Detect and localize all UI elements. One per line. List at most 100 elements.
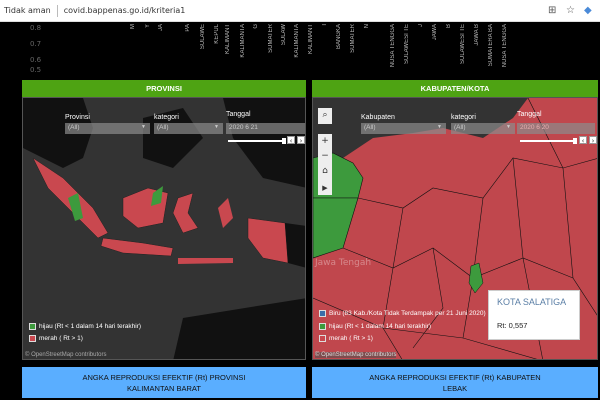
tooltip-title: KOTA SALATIGA [497,297,567,307]
legend-item: Biru (83 Kab./Kota Tidak Terdampak per 2… [319,310,486,317]
x-axis-label: NUSA TENGGA [502,24,508,68]
provinsi-value: (All) [68,124,80,131]
kabupaten-dropdown[interactable]: (All) ▼ [361,123,446,134]
provinsi-dropdown[interactable]: (All) ▼ [65,123,150,134]
legend-swatch [319,310,326,317]
kategori-dropdown[interactable]: (All) ▼ [451,123,515,134]
x-axis-label: J [418,24,424,27]
legend-swatch [29,323,36,330]
chevron-down-icon: ▼ [506,124,511,130]
x-axis-label: SUMATER [350,24,356,53]
footer-title: ANGKA REPRODUKSI EFEKTIF (Rt) KABUPATEN [369,373,541,382]
map-attribution[interactable]: © OpenStreetMap contributors [25,352,106,358]
x-axis-label: KALIMANT [308,24,314,55]
region-label: Jawa Tengah [315,258,372,268]
divider [56,4,58,17]
x-axis-label: N [364,24,370,29]
footer-value: KALIMANTAN BARAT [127,384,201,393]
kabupaten-label: Kabupaten [361,114,395,121]
kategori-label: kategori [451,114,476,121]
x-axis-label: Y [145,24,151,29]
tanggal-label: Tanggal [226,111,251,118]
home-icon[interactable]: ⌂ [318,164,332,179]
x-axis-label: M [130,24,136,29]
extension-icon[interactable]: ◆ [584,5,592,16]
x-axis-label: NUSA TENGGA [390,24,396,68]
footer-title: ANGKA REPRODUKSI EFEKTIF (Rt) PROVINSI [82,373,246,382]
tanggal-field[interactable]: 2020 6 21 [226,123,305,134]
kabupaten-header: KABUPATEN/KOTA [312,80,598,97]
x-axis-label: KALIMANTA [240,24,246,58]
x-axis-label: SULAW [281,24,287,46]
x-axis-label: KALIMANTA [294,24,300,58]
chevron-down-icon: ▼ [437,124,442,130]
date-slider[interactable] [228,140,284,142]
x-axis-label: SUMATER [268,24,274,53]
x-axis-label: JA [158,24,164,32]
play-button[interactable]: ▶ [318,181,332,195]
prev-date-button[interactable]: ‹ [287,136,295,145]
map-attribution[interactable]: © OpenStreetMap contributors [315,352,397,358]
legend-label: hijau (Rt < 1 dalam 14 hari terakhir) [329,323,432,330]
x-axis-label: G [253,24,259,29]
tooltip-value: Rt: 0,557 [497,321,528,330]
x-axis-label: JAWA [432,24,438,41]
y-tick: 0.7 [30,40,42,48]
kabupaten-value: (All) [364,124,376,131]
star-icon[interactable]: ☆ [566,5,575,16]
slider-handle[interactable] [282,138,286,144]
x-axis-label: KALIMANT [225,24,231,55]
address-bar[interactable]: Tidak aman covid.bappenas.go.id/kriteria… [0,0,600,22]
kategori-dropdown[interactable]: (All) ▼ [154,123,223,134]
url-text[interactable]: covid.bappenas.go.id/kriteria1 [64,6,186,15]
legend-item: hijau (Rt < 1 dalam 14 hari terakhir) [29,323,141,330]
legend-item: merah ( Rt > 1) [319,335,373,342]
x-axis-label: SULAWESI TE [460,24,466,65]
kategori-value: (All) [454,124,466,131]
x-axis-label: BANGKA [336,24,342,50]
provinsi-label: Provinsi [65,114,90,121]
zoom-controls: + − ⌂ [318,134,332,188]
x-axis-label: SULAWE [200,24,206,50]
provinsi-header: PROVINSI [22,80,306,97]
tanggal-value: 2020 6 21 [229,124,258,131]
zoom-in-button[interactable]: + [318,134,332,149]
legend-label: merah ( Rt > 1) [39,335,83,342]
kabupaten-rt-footer: ANGKA REPRODUKSI EFEKTIF (Rt) KABUPATEN … [312,367,598,398]
x-axis-label: SULAWESI TE [404,24,410,65]
legend-swatch [319,323,326,330]
chevron-down-icon: ▼ [214,124,219,130]
kategori-value: (All) [157,124,169,131]
zoom-out-button[interactable]: − [318,149,332,164]
next-date-button[interactable]: › [589,136,597,145]
legend-swatch [319,335,326,342]
y-tick: 0.5 [30,66,42,74]
chevron-down-icon: ▼ [141,124,146,130]
map-tooltip: KOTA SALATIGA Rt: 0,557 [488,290,580,340]
search-map-button[interactable]: ⌕ [318,108,332,124]
indonesia-map [23,98,305,359]
translate-icon[interactable]: ⊞ [548,5,556,16]
date-slider[interactable] [520,140,575,142]
legend-swatch [29,335,36,342]
legend-label: hijau (Rt < 1 dalam 14 hari terakhir) [39,323,142,330]
next-date-button[interactable]: › [297,136,305,145]
legend-label: merah ( Rt > 1) [329,335,373,342]
provinsi-map[interactable]: Provinsi (All) ▼ kategori (All) ▼ Tanggal … [22,97,306,360]
legend-item: merah ( Rt > 1) [29,335,83,342]
slider-handle[interactable] [573,138,577,144]
y-tick: 0.6 [30,56,42,64]
x-axis-label: PA [185,24,191,32]
tanggal-value: 2020 6 20 [520,124,549,131]
security-indicator[interactable]: Tidak aman [4,6,51,15]
prev-date-button[interactable]: ‹ [579,136,587,145]
x-axis-label: I [322,24,328,26]
legend-item: hijau (Rt < 1 dalam 14 hari terakhir) [319,323,431,330]
x-axis-label: JAWA B [474,24,480,46]
provinsi-rt-footer: ANGKA REPRODUKSI EFEKTIF (Rt) PROVINSI K… [22,367,306,398]
top-chart: 0.8 0.7 0.6 0.5 M Y JA PA SULAWE KEPUL KALIMAN… [0,22,600,80]
tanggal-field[interactable]: 2020 6 20 [517,123,595,134]
footer-value: LEBAK [442,384,468,393]
y-tick: 0.8 [30,24,42,32]
tanggal-label: Tanggal [517,111,542,118]
